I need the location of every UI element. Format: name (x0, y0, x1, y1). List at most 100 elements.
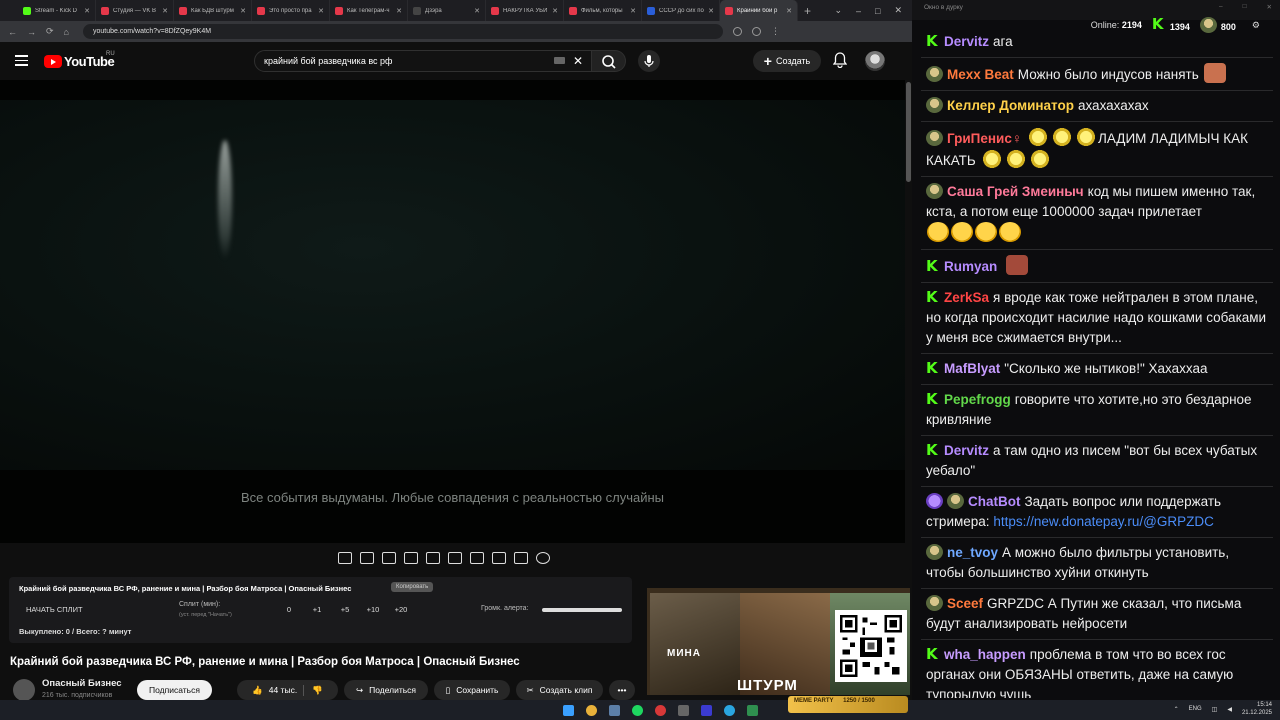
browser-tab[interactable]: СССР до сих по ✕ (642, 0, 720, 21)
forward-icon[interactable]: → (27, 27, 36, 37)
browser-tab[interactable]: Как БДВ штурм ✕ (174, 0, 252, 21)
app-icon[interactable] (746, 704, 758, 716)
browser-tab[interactable]: Крайний бой р ✕ (720, 0, 798, 21)
pip-icon[interactable] (426, 552, 440, 564)
save-button[interactable]: ▯ Сохранить (434, 680, 510, 700)
browser-tab[interactable]: Студия — VK В ✕ (96, 0, 174, 21)
maximize-icon[interactable]: □ (1243, 3, 1247, 11)
chat-username[interactable]: Dervitz (944, 443, 989, 458)
voice-search-button[interactable] (638, 50, 660, 72)
chat-username[interactable]: Келлер Доминатор (947, 98, 1074, 113)
media-player-icon[interactable] (700, 704, 712, 716)
broadcast-icon[interactable] (360, 552, 374, 564)
browser-tab[interactable]: Фильм, которы ✕ (564, 0, 642, 21)
home-icon[interactable]: ⌂ (64, 27, 69, 37)
chat-username[interactable]: Саша Грей Змеиныч (947, 184, 1084, 199)
chevron-up-icon[interactable]: ⌃ (1174, 706, 1179, 713)
split-plus1-button[interactable]: +1 (303, 605, 331, 614)
video-player[interactable]: Все события выдуманы. Любые совпадения с… (0, 80, 905, 543)
tab-search-icon[interactable]: ⌄ (834, 5, 842, 16)
settings-icon[interactable]: ⚙ (1252, 20, 1260, 31)
browser-tab[interactable]: Как Телеграм-ч ✕ (330, 0, 408, 21)
search-input[interactable]: крайний бой разведчика вс рф ✕ (254, 50, 592, 72)
chat-username[interactable]: Sceef (947, 596, 983, 611)
chat-username[interactable]: MafBlyat (944, 361, 1000, 376)
minimize-icon[interactable]: – (856, 6, 861, 16)
chat-username[interactable]: ZerkSa (944, 290, 989, 305)
opera-icon[interactable] (654, 704, 666, 716)
browser-tab[interactable]: Stream - Kick D ✕ (18, 0, 96, 21)
extension-icon[interactable] (732, 27, 742, 36)
like-button[interactable]: 👍 44 тыс. (252, 685, 297, 696)
network-icon[interactable]: ◫ (1212, 706, 1218, 713)
chat-username[interactable]: Dervitz (944, 34, 989, 49)
browser-tab[interactable]: Это просто пра ✕ (252, 0, 330, 21)
chat-link[interactable]: https://new.donatepay.ru/@GRPZDC (993, 514, 1214, 529)
gear-icon[interactable] (536, 552, 550, 564)
chat-message-list[interactable]: Dervitz ага Mexx BeatМожно было индусов на… (921, 32, 1273, 698)
chat-username[interactable]: wha_happen (944, 647, 1026, 662)
start-split-button[interactable]: НАЧАТЬ СПЛИТ (26, 605, 83, 614)
tab-close-icon[interactable]: ✕ (318, 7, 324, 15)
profile-icon[interactable] (751, 27, 761, 36)
split-plus5-button[interactable]: +5 (331, 605, 359, 614)
app-icon[interactable] (677, 704, 689, 716)
telegram-icon[interactable] (723, 704, 735, 716)
create-button[interactable]: + Создать (753, 50, 821, 72)
channel-avatar[interactable] (13, 679, 35, 700)
clip-button[interactable]: ✂ Создать клип (516, 680, 603, 700)
url-field[interactable]: youtube.com/watch?v=8DfZQey9K4M (82, 24, 723, 39)
dislike-button[interactable]: 👎 (303, 684, 323, 696)
chat-username[interactable]: Mexx Beat (947, 67, 1014, 82)
tab-close-icon[interactable]: ✕ (240, 7, 246, 15)
youtube-logo[interactable]: YouTube RU (44, 51, 115, 69)
channel-name[interactable]: Опасный Бизнес (42, 678, 122, 689)
user-avatar[interactable] (865, 51, 885, 71)
tab-close-icon[interactable]: ✕ (630, 7, 636, 15)
chrome-icon[interactable] (585, 704, 597, 716)
tab-close-icon[interactable]: ✕ (786, 7, 792, 15)
split-plus20-button[interactable]: +20 (387, 605, 415, 614)
notifications-button[interactable] (832, 52, 848, 69)
more-actions-button[interactable]: ••• (609, 680, 635, 700)
add-icon[interactable] (492, 552, 506, 564)
browser-tab[interactable]: Дзэра ✕ (408, 0, 486, 21)
keyboard-icon[interactable] (554, 57, 565, 64)
tab-close-icon[interactable]: ✕ (162, 7, 168, 15)
minimize-icon[interactable]: – (1219, 3, 1223, 11)
meme-party-widget[interactable]: MEME PARTY 1250 / 1500 (788, 696, 908, 713)
menu-icon[interactable]: ⋮ (771, 26, 780, 37)
chat-username[interactable]: ChatBot (968, 494, 1021, 509)
windows-start-icon[interactable] (562, 704, 574, 716)
close-icon[interactable]: ✕ (1267, 3, 1272, 11)
tab-close-icon[interactable]: ✕ (552, 7, 558, 15)
tab-close-icon[interactable]: ✕ (396, 7, 402, 15)
film-icon[interactable] (404, 552, 418, 564)
chat-username[interactable]: ГриПенис♀ (947, 131, 1022, 146)
cinema-icon[interactable] (448, 552, 462, 564)
menu-icon[interactable] (15, 55, 28, 69)
screen-icon[interactable] (382, 552, 396, 564)
tab-close-icon[interactable]: ✕ (474, 7, 480, 15)
scrollbar-thumb[interactable] (906, 82, 911, 182)
steam-icon[interactable] (608, 704, 620, 716)
clear-search-icon[interactable]: ✕ (573, 54, 583, 68)
share-button[interactable]: ↪ Поделиться (344, 680, 428, 700)
camera-icon[interactable] (514, 552, 528, 564)
search-button[interactable] (592, 50, 626, 72)
speed-icon[interactable] (470, 552, 484, 564)
spotify-icon[interactable] (631, 704, 643, 716)
volume-icon[interactable]: ◀ (1227, 706, 1232, 713)
copy-button[interactable]: Копировать (391, 582, 434, 592)
browser-tab[interactable]: НАКРУТКА УБИ ✕ (486, 0, 564, 21)
language-indicator[interactable]: ENG (1189, 706, 1202, 712)
alert-volume-slider[interactable] (542, 608, 622, 612)
chat-username[interactable]: ne_tvoy (947, 545, 998, 560)
close-icon[interactable]: ✕ (894, 5, 902, 16)
clock[interactable]: 15:14 21.12.2025 (1242, 701, 1272, 717)
loop-icon[interactable] (338, 552, 352, 564)
reload-icon[interactable]: ⟳ (46, 26, 54, 37)
tab-close-icon[interactable]: ✕ (84, 7, 90, 15)
maximize-icon[interactable]: □ (875, 6, 880, 16)
tab-close-icon[interactable]: ✕ (708, 7, 714, 15)
